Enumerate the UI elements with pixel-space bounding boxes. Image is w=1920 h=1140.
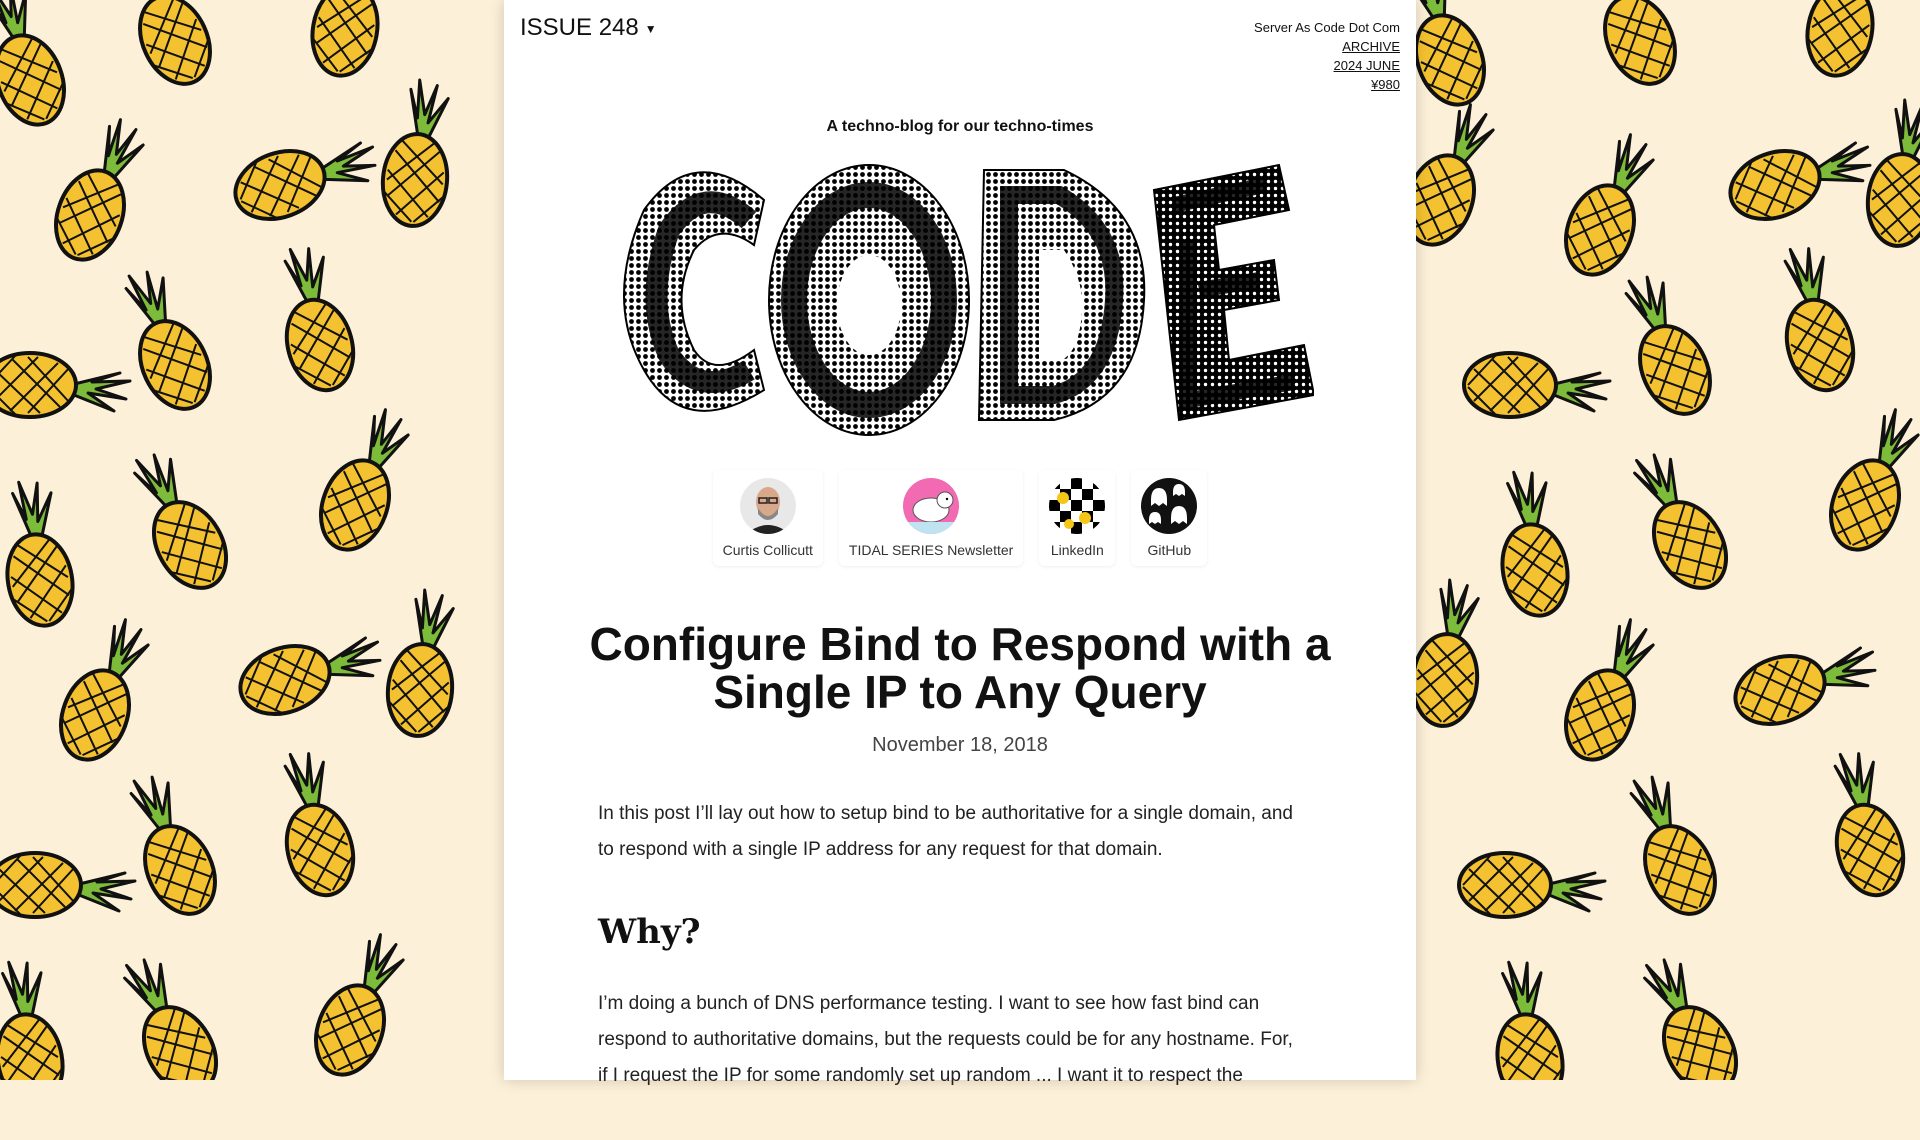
- social-label: Curtis Collicutt: [722, 542, 813, 558]
- article-paragraph: I’m doing a bunch of DNS performance tes…: [598, 993, 1293, 1086]
- ghost-pattern-icon: [1141, 478, 1198, 534]
- social-curtis-collicutt[interactable]: Curtis Collicutt: [713, 470, 823, 566]
- social-label: TIDAL SERIES Newsletter: [848, 542, 1014, 558]
- article-intro: In this post I’ll lay out how to setup b…: [598, 803, 1293, 860]
- wallpaper-pattern-left: [0, 0, 463, 1080]
- article-date: November 18, 2018: [872, 734, 1048, 756]
- section-heading: Why?: [598, 912, 701, 952]
- wallpaper-pattern-right: [1383, 0, 1920, 1080]
- logo-letter-d: [977, 169, 1146, 421]
- social-label: GitHub: [1147, 542, 1192, 558]
- polar-bear-icon: [903, 478, 960, 534]
- page-container: ISSUE 248 ▼ Server As Code Dot Com ARCHI…: [504, 0, 1416, 1086]
- logo-letter-o: [768, 164, 970, 436]
- social-links: Curtis Collicutt TIDAL SERIES Newsletter: [504, 470, 1416, 566]
- logo-letter-e: [1152, 163, 1314, 422]
- caret-down-icon: ▼: [644, 22, 657, 36]
- archive-link[interactable]: ARCHIVE: [1254, 37, 1400, 56]
- social-label: LinkedIn: [1050, 542, 1104, 558]
- price-link[interactable]: ¥980: [1254, 75, 1400, 94]
- checker-smiley-icon: [1049, 478, 1106, 534]
- article-body: In this post I’ll lay out how to setup b…: [598, 796, 1304, 1140]
- issue-dropdown[interactable]: ISSUE 248 ▼: [520, 14, 657, 42]
- social-linkedin[interactable]: LinkedIn: [1039, 470, 1115, 566]
- issue-label: ISSUE 248: [520, 14, 639, 41]
- site-tagline: A techno-blog for our techno-times: [826, 118, 1094, 135]
- site-meta: Server As Code Dot Com ARCHIVE 2024 JUNE…: [1254, 18, 1400, 94]
- logo-letter-c: [623, 171, 766, 412]
- social-github[interactable]: GitHub: [1131, 470, 1207, 566]
- article-title: Configure Bind to Respond with a Single …: [589, 618, 1331, 718]
- avatar-photo-icon: [739, 478, 796, 534]
- code-logo[interactable]: [614, 150, 1314, 440]
- social-tidal-series-newsletter[interactable]: TIDAL SERIES Newsletter: [839, 470, 1023, 566]
- site-name: Server As Code Dot Com: [1254, 20, 1400, 35]
- month-link[interactable]: 2024 JUNE: [1254, 56, 1400, 75]
